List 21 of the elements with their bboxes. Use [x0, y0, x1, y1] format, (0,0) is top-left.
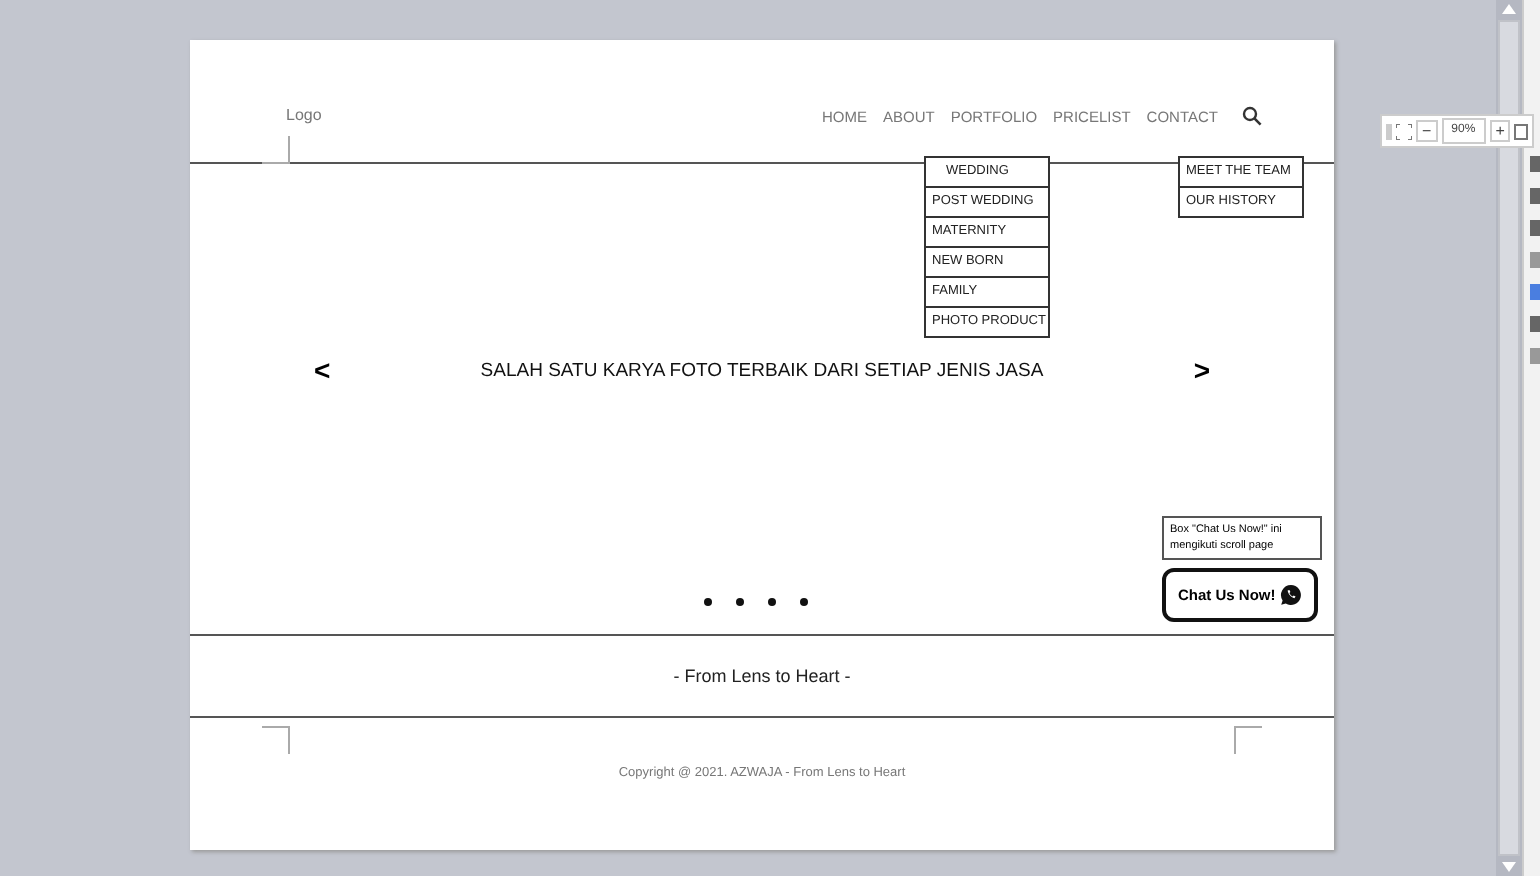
logo-text: Logo: [286, 106, 322, 124]
crop-mark: [262, 726, 290, 754]
crop-mark: [262, 136, 290, 164]
fit-screen-icon[interactable]: [1396, 123, 1412, 139]
grip-icon[interactable]: [1386, 123, 1392, 139]
dot-icon[interactable]: [800, 598, 808, 606]
tagline: - From Lens to Heart -: [673, 666, 851, 686]
vertical-scrollbar[interactable]: [1496, 0, 1522, 876]
arrow-up-icon[interactable]: [1502, 4, 1516, 14]
zoom-in-button[interactable]: +: [1489, 120, 1511, 142]
dot-icon[interactable]: [768, 598, 776, 606]
slide-caption: SALAH SATU KARYA FOTO TERBAIK DARI SETIAP JENIS JASA: [478, 359, 1046, 381]
scroll-thumb[interactable]: [1498, 20, 1520, 856]
dot-icon[interactable]: [704, 598, 712, 606]
crop-mark: [1234, 726, 1262, 754]
chat-bubble-icon: [1280, 584, 1302, 606]
dot-icon[interactable]: [736, 598, 744, 606]
export-icon[interactable]: [1514, 123, 1529, 139]
zoom-out-button[interactable]: −: [1416, 120, 1438, 142]
search-icon[interactable]: [1242, 106, 1262, 126]
arrow-down-icon[interactable]: [1502, 862, 1516, 872]
